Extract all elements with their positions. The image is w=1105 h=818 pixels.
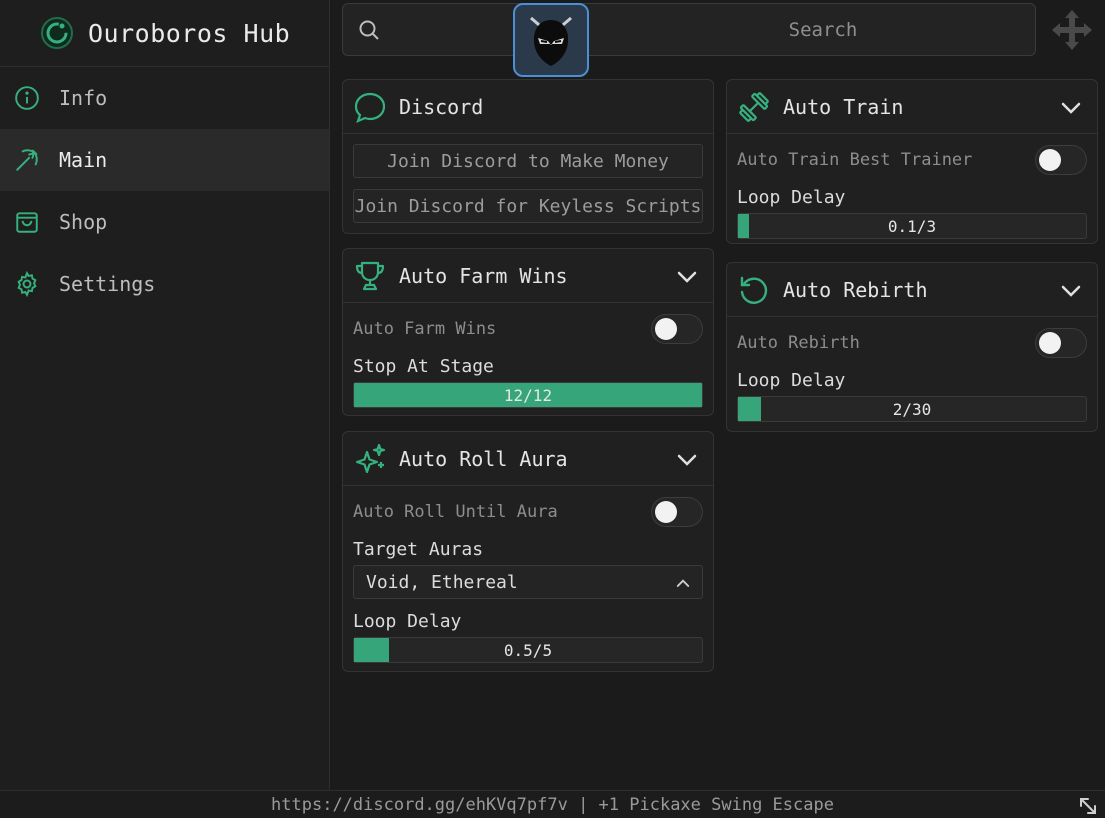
sidebar: Ouroboros Hub Info Main Shop Settings — [0, 0, 330, 790]
chevron-down-icon[interactable] — [675, 265, 699, 289]
card-title: Auto Rebirth — [783, 277, 928, 302]
trophy-icon — [355, 261, 385, 290]
footer-status: https://discord.gg/ehKVq7pf7v | +1 Picka… — [0, 790, 1105, 818]
toggle-label: Auto Roll Until Aura — [353, 502, 558, 522]
gear-icon — [17, 271, 37, 297]
search-input[interactable] — [613, 16, 1033, 44]
discord-card: Discord Join Discord to Make Money Join … — [342, 79, 714, 234]
loop-delay-slider[interactable]: 0.5/5 — [353, 637, 703, 663]
auto-roll-aura-toggle[interactable] — [651, 497, 703, 527]
loop-delay-slider[interactable]: 0.1/3 — [737, 213, 1087, 239]
discord-card-header: Discord — [343, 80, 713, 134]
auto-roll-aura-header[interactable]: Auto Roll Aura — [343, 432, 713, 486]
card-title: Auto Train — [783, 94, 904, 119]
resize-icon[interactable] — [1077, 795, 1099, 817]
sidebar-item-main[interactable]: Main — [0, 129, 329, 191]
stop-at-stage-slider[interactable]: 12/12 — [353, 382, 703, 408]
chat-bubble-icon — [354, 92, 386, 123]
card-title: Auto Roll Aura — [399, 446, 568, 471]
chevron-up-icon — [676, 579, 690, 587]
info-icon — [15, 86, 39, 110]
card-title: Auto Farm Wins — [399, 263, 568, 288]
sidebar-item-label: Main — [59, 148, 108, 172]
footer-text: https://discord.gg/ehKVq7pf7v | +1 Picka… — [271, 794, 834, 815]
slider-value: 0.1/3 — [887, 216, 937, 236]
slider-label: Stop At Stage — [353, 356, 494, 377]
chevron-down-icon[interactable] — [1059, 279, 1083, 303]
ninja-avatar-icon — [530, 16, 572, 66]
loop-delay-slider[interactable]: 2/30 — [737, 396, 1087, 422]
search-bar[interactable] — [342, 3, 1036, 56]
auto-farm-wins-toggle[interactable] — [651, 314, 703, 344]
app-title: Ouroboros Hub — [88, 18, 291, 48]
join-discord-money-button[interactable]: Join Discord to Make Money — [353, 144, 703, 178]
auto-rebirth-card: Auto Rebirth Auto Rebirth Loop Delay 2/3… — [726, 262, 1098, 432]
auto-roll-aura-card: Auto Roll Aura Auto Roll Until Aura Targ… — [342, 431, 714, 672]
dropdown-value: Void, Ethereal — [366, 571, 518, 593]
auto-train-header[interactable]: Auto Train — [727, 80, 1097, 134]
slider-label: Loop Delay — [737, 370, 846, 391]
sidebar-item-settings[interactable]: Settings — [0, 253, 329, 315]
slider-value: 12/12 — [503, 385, 553, 405]
dropdown-label: Target Auras — [353, 539, 484, 560]
join-discord-keyless-button[interactable]: Join Discord for Keyless Scripts — [353, 189, 703, 223]
sidebar-item-label: Settings — [59, 272, 156, 296]
toggle-label: Auto Train Best Trainer — [737, 150, 973, 170]
avatar[interactable] — [513, 3, 589, 77]
dumbbell-icon — [739, 91, 769, 122]
slider-label: Loop Delay — [353, 611, 462, 632]
auto-farm-wins-card: Auto Farm Wins Auto Farm Wins Stop At St… — [342, 248, 714, 416]
sidebar-item-shop[interactable]: Shop — [0, 191, 329, 253]
chevron-down-icon[interactable] — [1059, 96, 1083, 120]
auto-train-toggle[interactable] — [1035, 145, 1087, 175]
search-icon — [359, 20, 379, 40]
sparkles-icon — [355, 443, 386, 473]
toggle-label: Auto Farm Wins — [353, 319, 497, 339]
auto-farm-wins-header[interactable]: Auto Farm Wins — [343, 249, 713, 303]
sidebar-item-label: Shop — [59, 210, 108, 234]
move-icon[interactable] — [1050, 8, 1094, 52]
sidebar-item-info[interactable]: Info — [0, 67, 329, 129]
brand: Ouroboros Hub — [0, 0, 329, 67]
slider-label: Loop Delay — [737, 187, 846, 208]
refresh-icon — [740, 276, 768, 304]
auto-train-card: Auto Train Auto Train Best Trainer Loop … — [726, 79, 1098, 244]
shopping-bag-icon — [16, 212, 38, 233]
chevron-down-icon[interactable] — [675, 448, 699, 472]
pickaxe-icon — [16, 149, 38, 171]
toggle-label: Auto Rebirth — [737, 333, 860, 353]
target-auras-dropdown[interactable]: Void, Ethereal — [353, 565, 703, 599]
ouroboros-logo-icon — [41, 17, 73, 49]
slider-value: 0.5/5 — [503, 640, 553, 660]
slider-value: 2/30 — [892, 399, 932, 419]
card-title: Discord — [399, 94, 484, 119]
auto-rebirth-header[interactable]: Auto Rebirth — [727, 263, 1097, 317]
sidebar-item-label: Info — [59, 86, 108, 110]
auto-rebirth-toggle[interactable] — [1035, 328, 1087, 358]
